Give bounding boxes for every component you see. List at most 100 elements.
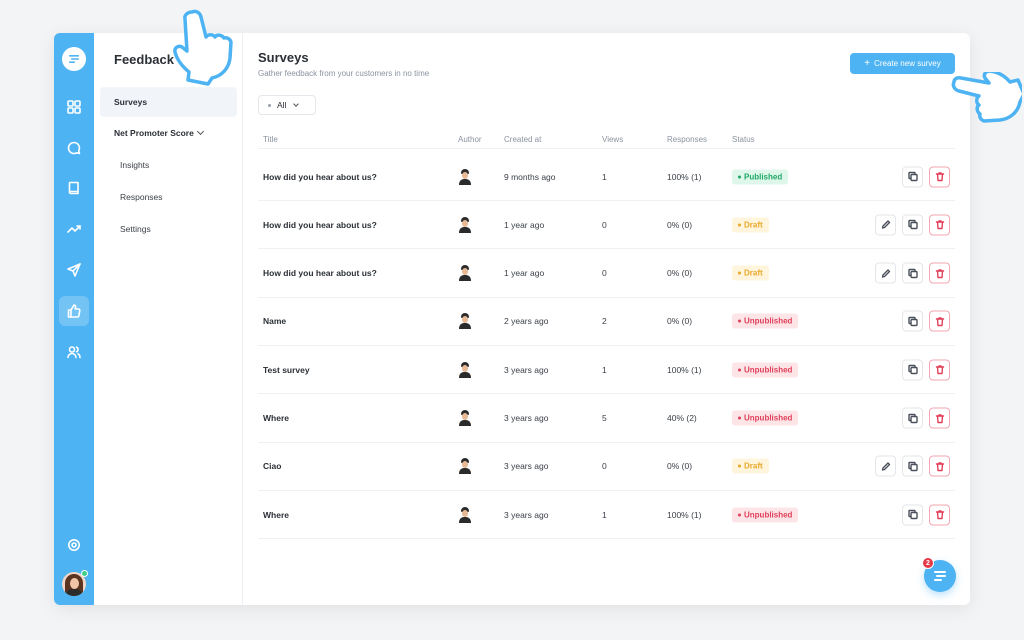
duplicate-button[interactable] [902, 407, 923, 429]
contacts-icon[interactable] [59, 337, 89, 367]
duplicate-button[interactable] [902, 310, 923, 332]
survey-title[interactable]: Test survey [263, 365, 310, 375]
created-at-cell: 9 months ago [504, 171, 556, 182]
delete-button[interactable] [929, 166, 950, 187]
views-cell: 1 [602, 171, 607, 182]
campaigns-icon[interactable] [59, 255, 89, 285]
table-row[interactable]: How did you hear about us? 1 year ago 0 0% … [258, 201, 955, 250]
status-label: Draft [744, 268, 763, 278]
pointing-hand-icon [950, 69, 1024, 136]
sidebar-item-insights[interactable]: Insights [100, 150, 237, 180]
created-at-cell: 2 years ago [504, 316, 549, 327]
duplicate-button[interactable] [902, 504, 923, 526]
duplicate-button[interactable] [902, 359, 923, 381]
status-dot-icon [738, 175, 741, 178]
table-row[interactable]: Ciao 3 years ago 0 0% (0) Draft [258, 443, 955, 491]
survey-title[interactable]: How did you hear about us? [263, 220, 377, 230]
chevron-down-icon [293, 100, 300, 107]
survey-title[interactable]: Name [263, 316, 286, 326]
edit-button[interactable] [875, 214, 896, 236]
sidebar-item-responses[interactable]: Responses [100, 182, 237, 212]
edit-button[interactable] [875, 262, 896, 284]
column-header-views: Views [602, 135, 624, 144]
table-row[interactable]: How did you hear about us? 1 year ago 0 0% … [258, 250, 955, 298]
table-row[interactable]: Test survey 3 years ago 1 100% (1) Unpublish… [258, 346, 955, 395]
create-new-survey-button[interactable]: + Create new survey [850, 53, 955, 74]
delete-button[interactable] [929, 214, 950, 236]
table-row[interactable]: Where 3 years ago 5 40% (2) Unpublished [258, 395, 955, 443]
survey-title[interactable]: Ciao [263, 461, 281, 471]
row-actions [875, 455, 950, 477]
survey-title[interactable]: Where [263, 510, 289, 520]
status-label: Published [744, 172, 783, 181]
author-avatar [458, 313, 472, 330]
delete-button[interactable] [929, 359, 950, 381]
table-row[interactable]: Where 3 years ago 1 100% (1) Unpublished [258, 491, 955, 540]
filter-value: All [277, 100, 287, 110]
responses-cell: 40% (2) [667, 413, 697, 423]
trash-icon [935, 220, 945, 230]
delete-button[interactable] [929, 310, 950, 332]
column-header-created-at: Created at [504, 135, 542, 144]
duplicate-button[interactable] [902, 214, 923, 236]
copy-icon [907, 364, 918, 375]
survey-title[interactable]: How did you hear about us? [263, 172, 377, 182]
delete-button[interactable] [929, 262, 950, 284]
status-filter-dropdown[interactable]: All [258, 95, 316, 115]
feedback-icon[interactable] [59, 296, 89, 326]
plus-icon: + [864, 57, 871, 69]
app-window: Feedback Surveys Net Promoter Score Insi… [54, 33, 970, 605]
edit-button[interactable] [875, 455, 896, 477]
reports-icon[interactable] [59, 214, 89, 244]
survey-title[interactable]: Where [263, 413, 289, 423]
row-actions [875, 262, 950, 284]
row-actions [875, 504, 950, 526]
responses-cell: 100% (1) [667, 364, 702, 375]
table-row[interactable]: Name 2 years ago 2 0% (0) Unpublished [258, 298, 955, 346]
page-subtitle: Gather feedback from your customers in n… [258, 69, 430, 78]
delete-button[interactable] [929, 407, 950, 429]
views-cell: 2 [602, 316, 607, 327]
delete-button[interactable] [929, 455, 950, 477]
row-actions [875, 214, 950, 236]
trash-icon [935, 172, 945, 182]
delete-button[interactable] [929, 504, 950, 526]
views-cell: 1 [602, 509, 607, 520]
trash-icon [935, 461, 945, 471]
sidebar-item-label: Responses [120, 192, 163, 202]
trash-icon [935, 316, 945, 327]
responses-cell: 100% (1) [667, 171, 702, 182]
copy-icon [907, 461, 918, 471]
status-label: Unpublished [744, 365, 793, 375]
filter-dot-icon [268, 103, 271, 107]
duplicate-button[interactable] [902, 262, 923, 284]
table-row[interactable]: How did you hear about us? 9 months ago 1 1… [258, 153, 955, 201]
chat-notification-badge: 2 [922, 557, 934, 569]
status-badge: Published [732, 169, 789, 184]
sidebar-item-settings[interactable]: Settings [100, 214, 237, 244]
views-cell: 0 [602, 268, 607, 279]
dashboard-icon[interactable] [59, 92, 89, 122]
trash-icon [935, 268, 945, 278]
survey-title[interactable]: How did you hear about us? [263, 268, 377, 278]
chat-logo-icon[interactable] [62, 47, 86, 71]
responses-cell: 0% (0) [667, 268, 693, 279]
status-label: Unpublished [744, 510, 793, 520]
duplicate-button[interactable] [902, 455, 923, 477]
sidebar-item-net-promoter-score[interactable]: Net Promoter Score [100, 118, 237, 148]
duplicate-button[interactable] [902, 166, 923, 187]
column-header-status: Status [732, 135, 755, 144]
created-at-cell: 3 years ago [504, 461, 549, 472]
row-actions [875, 166, 950, 187]
views-cell: 5 [602, 413, 607, 423]
sidebar-item-surveys[interactable]: Surveys [100, 87, 237, 117]
views-cell: 0 [602, 219, 607, 230]
knowledge-base-icon[interactable] [59, 173, 89, 203]
conversations-icon[interactable] [59, 133, 89, 163]
sidebar-item-label: Insights [120, 160, 150, 170]
settings-icon[interactable] [59, 530, 89, 560]
author-avatar [458, 458, 472, 475]
column-header-responses: Responses [667, 135, 708, 144]
created-at-cell: 1 year ago [504, 219, 545, 230]
icon-rail [54, 33, 94, 605]
